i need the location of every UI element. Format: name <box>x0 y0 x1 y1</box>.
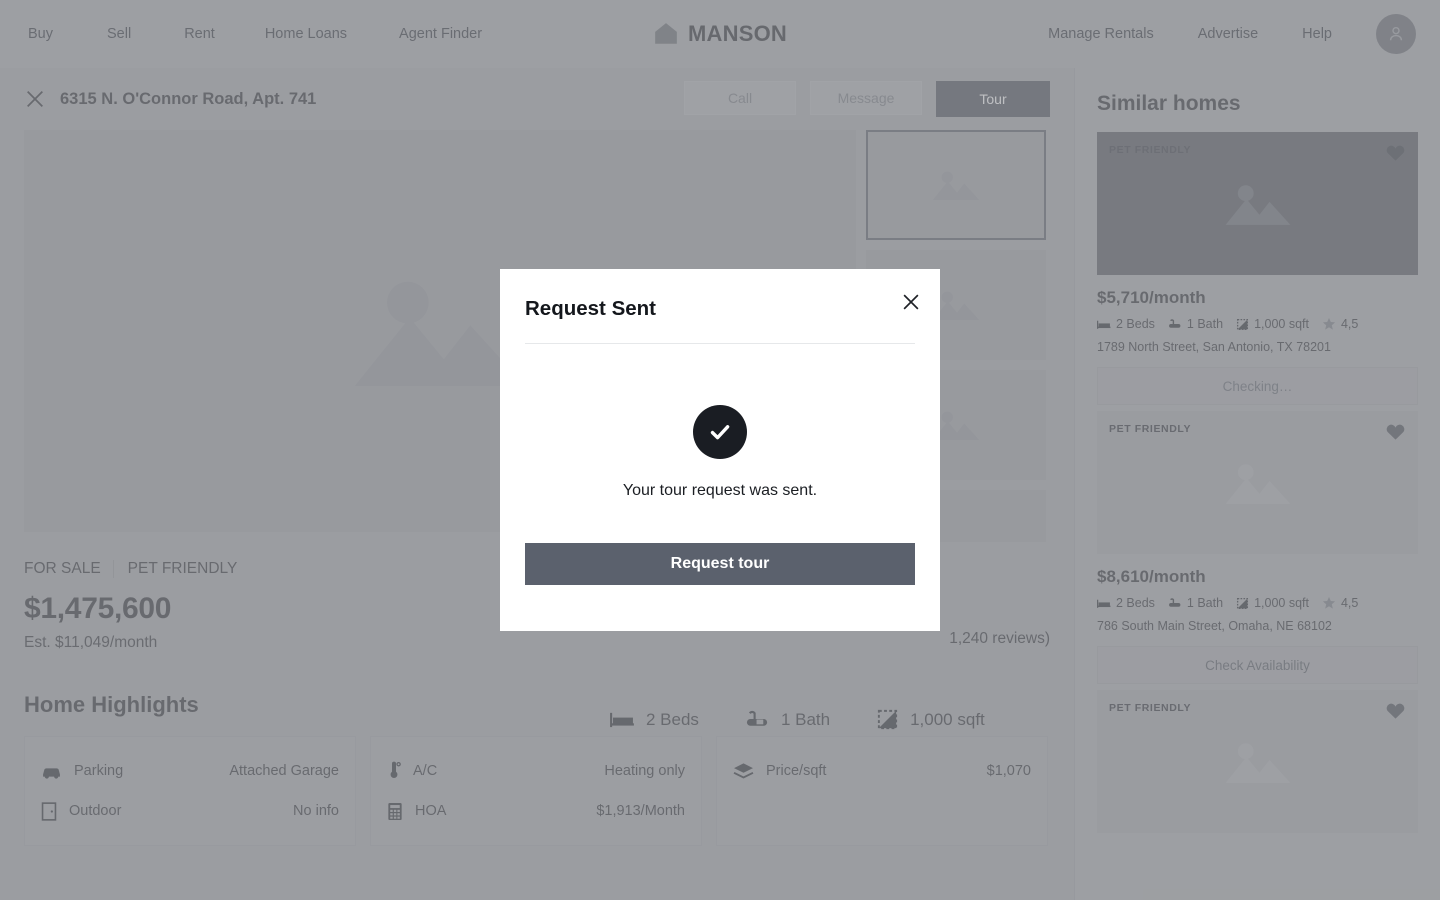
request-tour-button[interactable]: Request tour <box>525 543 915 585</box>
check-circle-icon <box>693 405 747 459</box>
close-icon[interactable] <box>900 291 922 313</box>
modal-title: Request Sent <box>525 297 656 320</box>
check-icon <box>710 425 730 440</box>
app-root: Buy Sell Rent Home Loans Agent Finder MA… <box>0 0 1440 900</box>
modal-body: Your tour request was sent. <box>525 344 915 500</box>
modal-message: Your tour request was sent. <box>622 482 818 499</box>
request-sent-modal: Request Sent Your tour request was sent.… <box>500 269 940 631</box>
